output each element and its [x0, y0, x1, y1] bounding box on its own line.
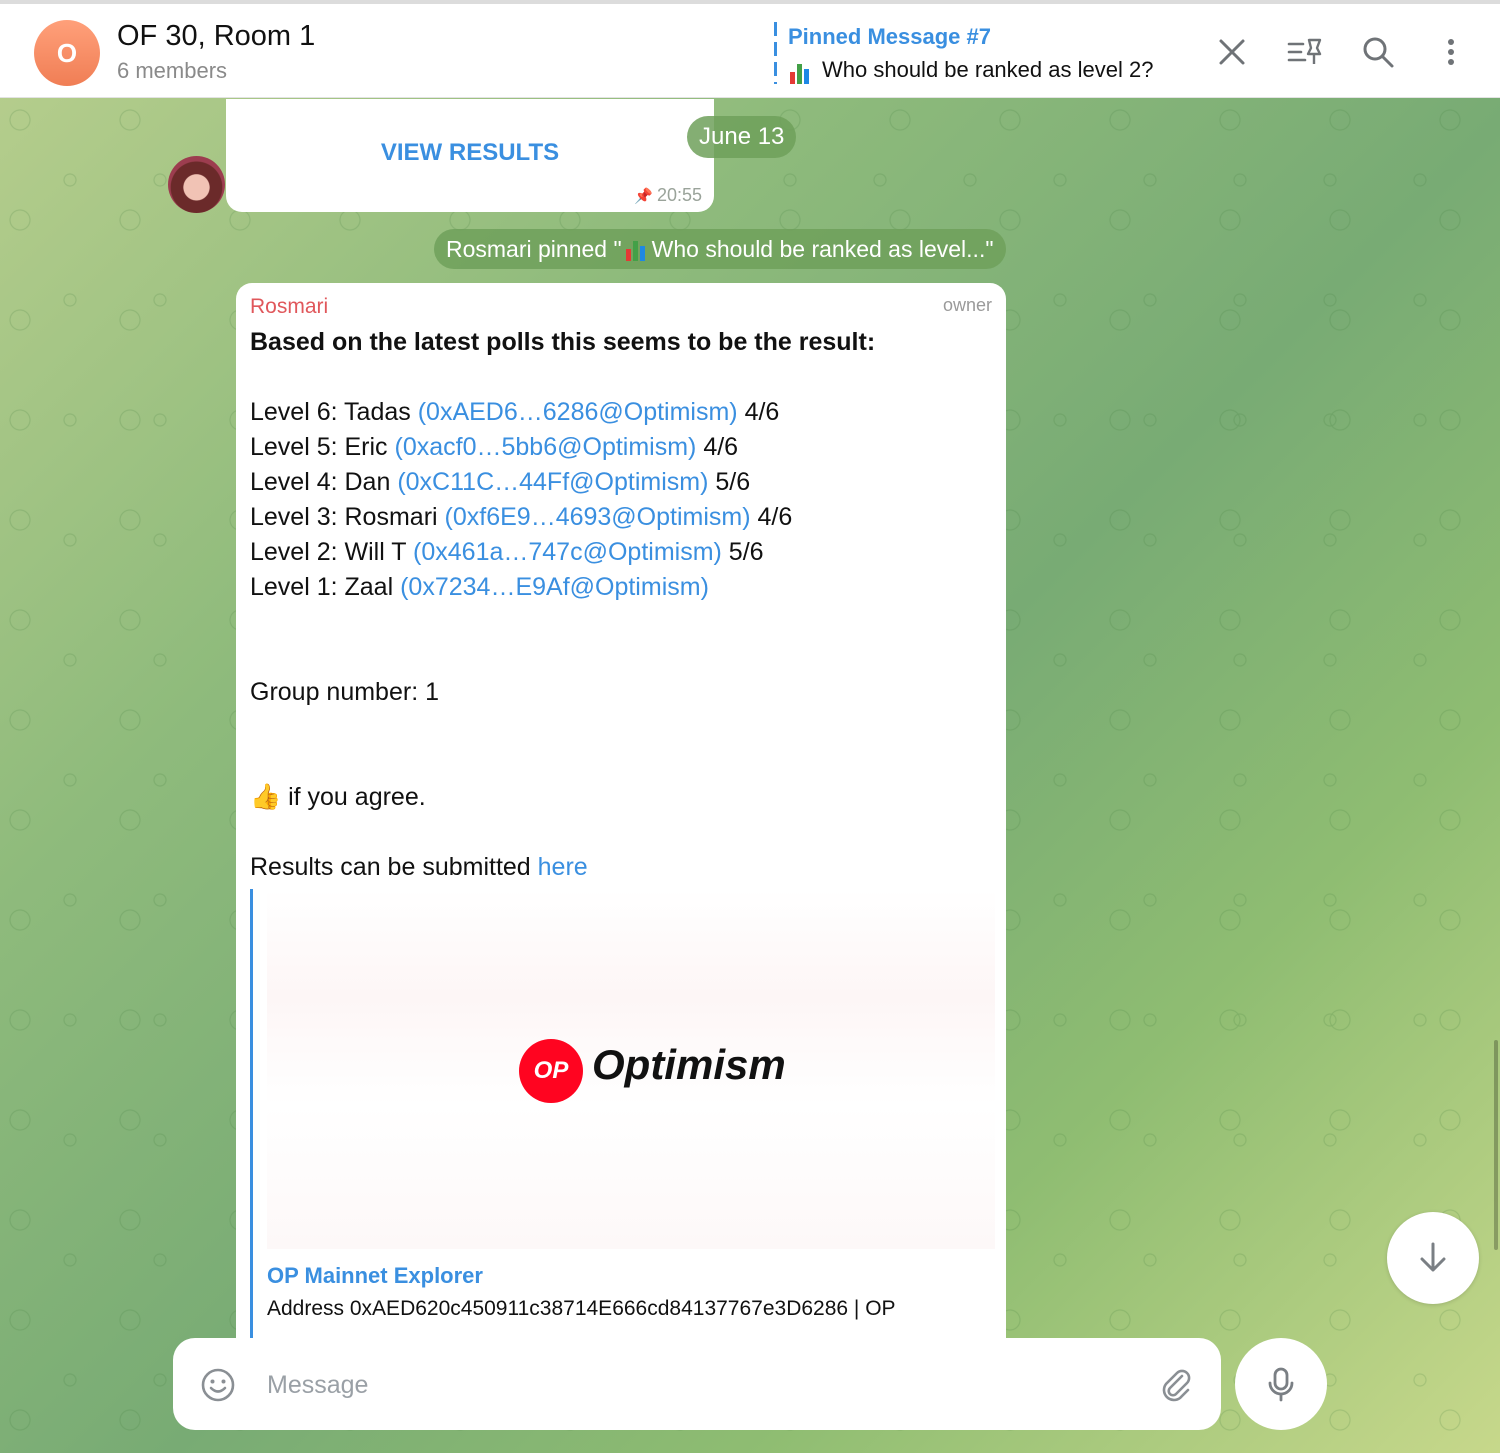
- voice-message-button[interactable]: [1235, 1338, 1327, 1430]
- message-time: 📌 20:55: [634, 185, 702, 205]
- pinned-text: Who should be ranked as level 2?: [822, 57, 1154, 82]
- message-composer: [173, 1338, 1221, 1430]
- scroll-down-button[interactable]: [1387, 1212, 1479, 1304]
- level-line: Level 6: Tadas (0xAED6…6286@Optimism) 4/…: [250, 398, 780, 426]
- message-bubble: Rosmari owner Based on the latest polls …: [236, 283, 1006, 1343]
- agree-line: 👍 if you agree.: [250, 783, 426, 811]
- pinned-service-message[interactable]: Rosmari pinned " Who should be ranked as…: [434, 229, 1006, 269]
- chat-header: O OF 30, Room 1 6 members Pinned Message…: [0, 4, 1500, 98]
- microphone-icon: [1268, 1367, 1294, 1402]
- pin-icon: 📌: [634, 188, 653, 205]
- bar-chart-icon: [625, 239, 648, 261]
- emoji-icon[interactable]: [199, 1366, 237, 1404]
- close-icon[interactable]: [1214, 34, 1250, 70]
- submit-line: Results can be submitted here: [250, 853, 588, 881]
- message-intro: Based on the latest polls this seems to …: [250, 328, 876, 356]
- optimism-wordmark: Optimism: [592, 1041, 786, 1088]
- preview-title: Address 0xAED620c450911c38714E666cd84137…: [267, 1297, 896, 1320]
- address-link[interactable]: (0xC11C…44Ff@Optimism): [397, 468, 708, 496]
- level-line: Level 3: Rosmari (0xf6E9…4693@Optimism) …: [250, 503, 793, 531]
- message-text: Based on the latest polls this seems to …: [250, 325, 990, 885]
- avatar[interactable]: [168, 156, 225, 213]
- pinned-list-icon[interactable]: [1287, 34, 1323, 70]
- scrollbar[interactable]: [1494, 1040, 1498, 1250]
- owner-badge: owner: [942, 295, 992, 315]
- date-separator: June 13: [687, 116, 797, 158]
- search-icon[interactable]: [1360, 34, 1396, 70]
- address-link[interactable]: (0xAED6…6286@Optimism): [418, 398, 738, 426]
- bar-chart-icon: [790, 62, 812, 84]
- level-line: Level 1: Zaal (0x7234…E9Af@Optimism): [250, 573, 709, 601]
- arrow-down-icon: [1420, 1242, 1446, 1272]
- address-link[interactable]: (0x461a…747c@Optimism): [413, 538, 722, 566]
- chat-avatar[interactable]: O: [34, 20, 100, 86]
- address-link[interactable]: (0xf6E9…4693@Optimism): [445, 503, 751, 531]
- level-line: Level 5: Eric (0xacf0…5bb6@Optimism) 4/6: [250, 433, 739, 461]
- link-preview[interactable]: OP Optimism OP Mainnet Explorer Address …: [250, 889, 996, 1343]
- submit-link[interactable]: here: [538, 853, 588, 881]
- level-line: Level 4: Dan (0xC11C…44Ff@Optimism) 5/6: [250, 468, 751, 496]
- message-input[interactable]: [265, 1364, 1149, 1406]
- address-link[interactable]: (0xacf0…5bb6@Optimism): [395, 433, 697, 461]
- preview-image[interactable]: OP Optimism: [267, 889, 995, 1249]
- pinned-indicator: [774, 22, 777, 84]
- sender-name[interactable]: Rosmari: [250, 295, 328, 319]
- pinned-label: Pinned Message #7: [788, 24, 991, 49]
- attach-icon[interactable]: [1158, 1366, 1194, 1402]
- chat-title[interactable]: OF 30, Room 1: [117, 20, 315, 53]
- group-number: Group number: 1: [250, 678, 439, 706]
- level-line: Level 2: Will T (0x461a…747c@Optimism) 5…: [250, 538, 764, 566]
- member-count: 6 members: [117, 58, 228, 83]
- optimism-logo: OP: [519, 1039, 583, 1103]
- more-vertical-icon[interactable]: [1433, 34, 1469, 70]
- preview-site-name: OP Mainnet Explorer: [267, 1263, 483, 1288]
- poll-message: VIEW RESULTS 📌 20:55: [226, 99, 714, 212]
- thumbs-up-icon: 👍: [250, 783, 282, 811]
- view-results-button[interactable]: VIEW RESULTS: [226, 139, 714, 167]
- address-link[interactable]: (0x7234…E9Af@Optimism): [400, 573, 709, 601]
